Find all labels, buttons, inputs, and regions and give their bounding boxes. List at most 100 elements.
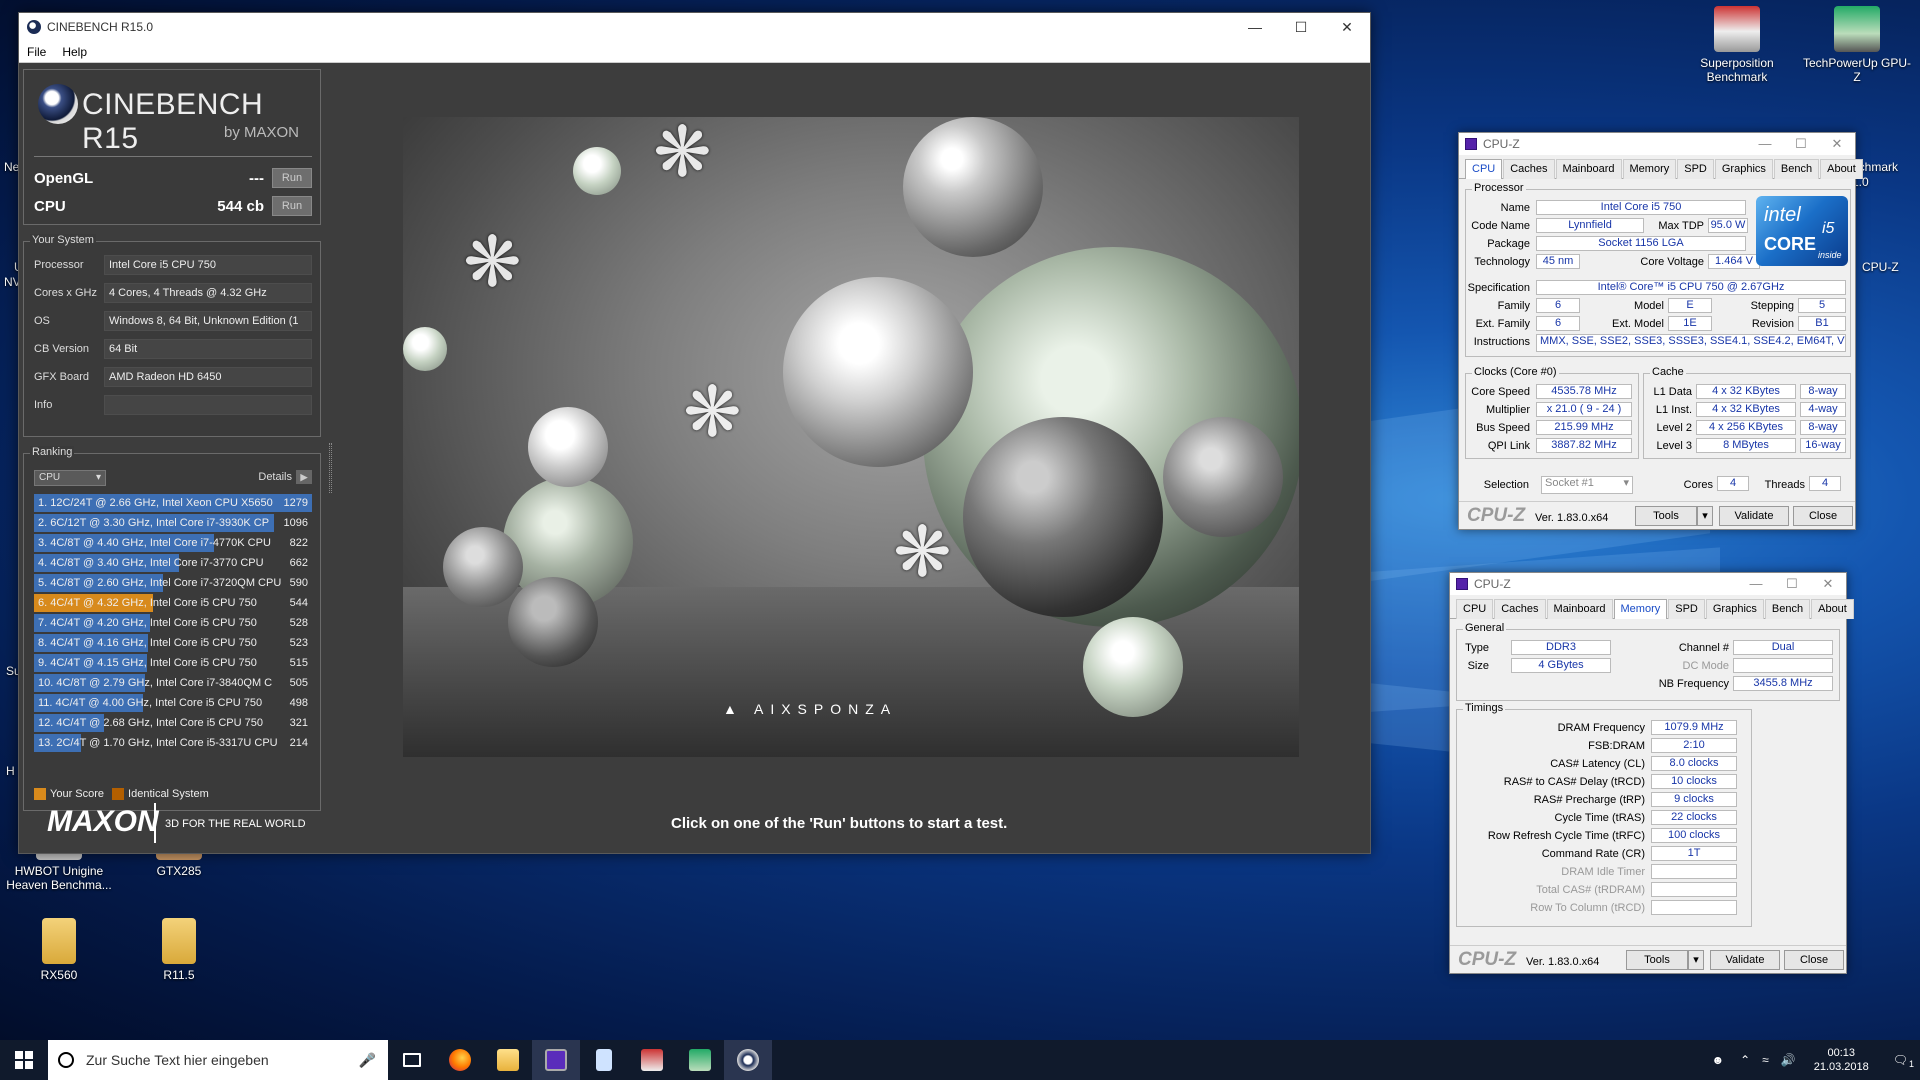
tools-dropdown-button[interactable]: ▾ <box>1688 950 1704 970</box>
maximize-button[interactable]: ☐ <box>1783 136 1819 152</box>
tools-dropdown-button[interactable]: ▾ <box>1697 506 1713 526</box>
tab-spd[interactable]: SPD <box>1677 159 1714 179</box>
start-button[interactable] <box>0 1040 48 1080</box>
tab-cpu[interactable]: CPU <box>1456 599 1494 619</box>
tab-caches[interactable]: Caches <box>1494 599 1546 619</box>
ranking-row[interactable]: 8. 4C/4T @ 4.16 GHz, Intel Core i5 CPU 7… <box>34 634 312 652</box>
close-button[interactable]: ✕ <box>1324 19 1370 36</box>
maximize-button[interactable]: ☐ <box>1278 19 1324 36</box>
desktop-partial-label: CPU-Z <box>1862 260 1899 274</box>
ranking-row[interactable]: 6. 4C/4T @ 4.32 GHz, Intel Core i5 CPU 7… <box>34 594 312 612</box>
cpu-label: CPU <box>34 197 66 215</box>
minimize-button[interactable]: — <box>1738 576 1774 592</box>
ranking-bar: 6. 4C/4T @ 4.32 GHz, Intel Core i5 CPU 7… <box>34 594 257 612</box>
cpuz-taskbar-icon[interactable] <box>532 1040 580 1080</box>
people-icon[interactable]: ☻ <box>1711 1053 1724 1067</box>
cpuz-window-memory: CPU-Z — ☐ ✕ CPU Caches Mainboard Memory SPD Gra… <box>1449 572 1854 974</box>
notepad-icon[interactable] <box>580 1040 628 1080</box>
timing-value <box>1651 900 1737 915</box>
cpu-run-button[interactable]: Run <box>272 196 312 216</box>
multiplier-field: x 21.0 ( 9 - 24 ) <box>1536 402 1632 417</box>
validate-button[interactable]: Validate <box>1719 506 1789 526</box>
tab-spd[interactable]: SPD <box>1668 599 1705 619</box>
tools-button[interactable]: Tools <box>1635 506 1697 526</box>
ranking-dropdown-value: CPU <box>39 472 61 483</box>
chevron-down-icon: ▾ <box>1623 477 1629 489</box>
network-icon[interactable]: ≈ <box>1762 1053 1769 1067</box>
threads-label: Threads <box>1764 479 1805 491</box>
r115-icon[interactable]: R11.5 <box>124 918 234 982</box>
close-button[interactable]: Close <box>1784 950 1844 970</box>
tab-mainboard[interactable]: Mainboard <box>1555 159 1622 179</box>
firefox-icon[interactable] <box>436 1040 484 1080</box>
ranking-row[interactable]: 2. 6C/12T @ 3.30 GHz, Intel Core i7-3930… <box>34 514 312 532</box>
menu-help[interactable]: Help <box>54 45 95 59</box>
tab-graphics[interactable]: Graphics <box>1705 599 1764 619</box>
clock[interactable]: 00:13 21.03.2018 <box>1814 1046 1869 1074</box>
close-button[interactable]: Close <box>1793 506 1853 526</box>
tab-about[interactable]: About <box>1811 599 1854 619</box>
ranking-row[interactable]: 9. 4C/4T @ 4.15 GHz, Intel Core i5 CPU 7… <box>34 654 312 672</box>
close-button[interactable]: ✕ <box>1819 136 1855 152</box>
cpuz-titlebar[interactable]: CPU-Z — ☐ ✕ <box>1459 133 1855 155</box>
ranking-row[interactable]: 5. 4C/8T @ 2.60 GHz, Intel Core i7-3720Q… <box>34 574 312 592</box>
tab-bench[interactable]: Bench <box>1764 599 1811 619</box>
search-box[interactable]: Zur Suche Text hier eingeben 🎤 <box>48 1040 388 1080</box>
maximize-button[interactable]: ☐ <box>1774 576 1810 592</box>
tab-graphics[interactable]: Graphics <box>1714 159 1773 179</box>
tab-bench[interactable]: Bench <box>1773 159 1820 179</box>
ranking-score: 1096 <box>283 517 308 529</box>
minimize-button[interactable]: — <box>1232 19 1278 36</box>
tab-memory[interactable]: Memory <box>1622 159 1677 179</box>
tab-memory[interactable]: Memory <box>1613 599 1668 619</box>
ranking-row[interactable]: 3. 4C/8T @ 4.40 GHz, Intel Core i7-4770K… <box>34 534 312 552</box>
core-speed-label: Core Speed <box>1471 386 1530 398</box>
ranking-row[interactable]: 11. 4C/4T @ 4.00 GHz, Intel Core i5 CPU … <box>34 694 312 712</box>
ranking-row[interactable]: 4. 4C/8T @ 3.40 GHz, Intel Core i7-3770 … <box>34 554 312 572</box>
panel-resize-handle[interactable] <box>329 443 332 493</box>
ranking-row[interactable]: 13. 2C/4T @ 1.70 GHz, Intel Core i5-3317… <box>34 734 312 752</box>
selection-label: Selection <box>1483 479 1529 491</box>
superposition-taskbar-icon[interactable] <box>628 1040 676 1080</box>
sphere-image <box>903 117 1043 257</box>
sys-value: AMD Radeon HD 6450 <box>104 367 312 387</box>
cpuz-version: Ver. 1.83.0.x64 <box>1535 512 1609 524</box>
search-placeholder: Zur Suche Text hier eingeben <box>86 1052 269 1068</box>
ranking-row[interactable]: 12. 4C/4T @ 2.68 GHz, Intel Core i5 CPU … <box>34 714 312 732</box>
tab-cpu[interactable]: CPU <box>1465 159 1503 179</box>
cpuz-titlebar[interactable]: CPU-Z — ☐ ✕ <box>1450 573 1846 595</box>
tools-button[interactable]: Tools <box>1626 950 1688 970</box>
tab-about[interactable]: About <box>1820 159 1863 179</box>
name-field: Intel Core i5 750 <box>1536 200 1746 215</box>
menu-file[interactable]: File <box>19 45 54 59</box>
minimize-button[interactable]: — <box>1747 136 1783 152</box>
l1i-field: 4 x 32 KBytes <box>1696 402 1796 417</box>
clock-time: 00:13 <box>1827 1047 1855 1059</box>
superposition-icon[interactable]: Superposition Benchmark <box>1682 6 1792 84</box>
task-view-icon[interactable] <box>388 1040 436 1080</box>
details-button[interactable]: Details ▶ <box>258 470 312 484</box>
validate-button[interactable]: Validate <box>1710 950 1780 970</box>
cinebench-taskbar-icon[interactable] <box>724 1040 772 1080</box>
volume-icon[interactable]: 🔊 <box>1781 1053 1796 1067</box>
tab-caches[interactable]: Caches <box>1503 159 1555 179</box>
info-input[interactable] <box>104 395 312 415</box>
file-explorer-icon[interactable] <box>484 1040 532 1080</box>
chevron-up-icon[interactable]: ⌃ <box>1740 1053 1750 1067</box>
notification-icon[interactable]: 🗨 1 <box>1893 1053 1914 1069</box>
ranking-type-dropdown[interactable]: CPU ▾ <box>34 470 106 486</box>
rx560-icon[interactable]: RX560 <box>4 918 114 982</box>
opengl-run-button[interactable]: Run <box>272 168 312 188</box>
gpuz-icon[interactable]: TechPowerUp GPU-Z <box>1802 6 1912 84</box>
ranking-row[interactable]: 1. 12C/24T @ 2.66 GHz, Intel Xeon CPU X5… <box>34 494 312 512</box>
ranking-row[interactable]: 7. 4C/4T @ 4.20 GHz, Intel Core i5 CPU 7… <box>34 614 312 632</box>
cinebench-titlebar[interactable]: CINEBENCH R15.0 — ☐ ✕ <box>19 13 1370 41</box>
microphone-icon[interactable]: 🎤 <box>359 1052 376 1069</box>
ranking-row[interactable]: 10. 4C/8T @ 2.79 GHz, Intel Core i7-3840… <box>34 674 312 692</box>
close-button[interactable]: ✕ <box>1810 576 1846 592</box>
gpuz-taskbar-icon[interactable] <box>676 1040 724 1080</box>
l3-field: 8 MBytes <box>1696 438 1796 453</box>
socket-select[interactable]: Socket #1 ▾ <box>1541 476 1633 494</box>
ranking-score: 1279 <box>283 497 308 509</box>
tab-mainboard[interactable]: Mainboard <box>1546 599 1613 619</box>
